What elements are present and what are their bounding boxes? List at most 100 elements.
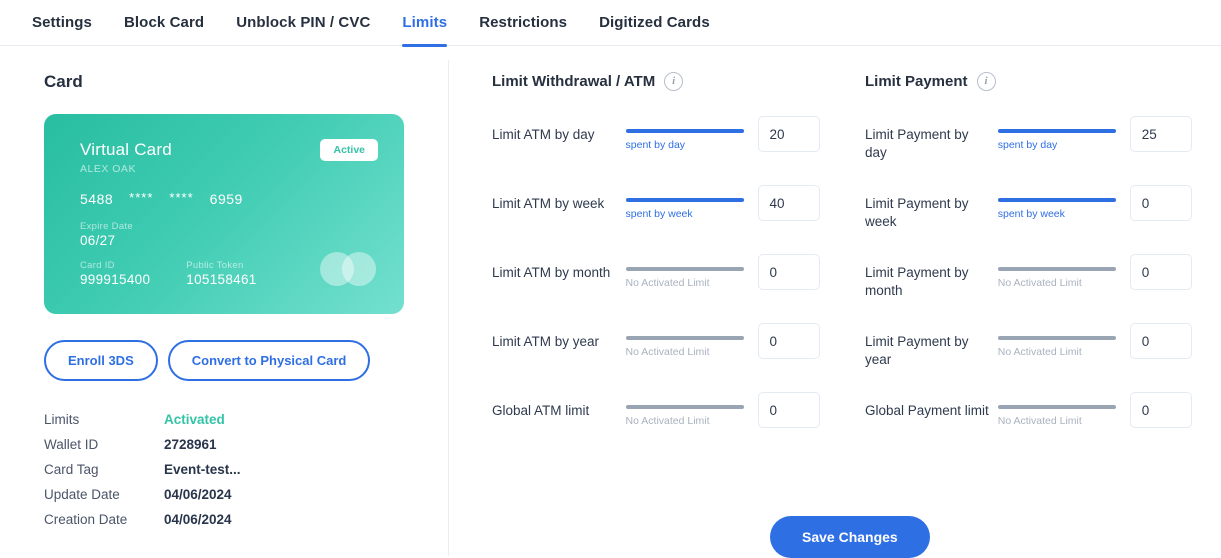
limit-value-input[interactable]: 0 — [757, 323, 820, 359]
limit-meter: No Activated Limit — [997, 381, 1116, 427]
limit-caption: No Activated Limit — [997, 346, 1082, 358]
limit-value-input[interactable]: 0 — [757, 392, 820, 428]
tab-block-card[interactable]: Block Card — [108, 0, 220, 46]
public-token-value: 105158461 — [186, 272, 257, 287]
limit-caption: No Activated Limit — [625, 346, 710, 358]
limit-progress-bar — [625, 267, 744, 271]
withdrawal-rows: Limit ATM by day spent by day 20 Limit ATM … — [492, 105, 820, 450]
card-number-mask-1: **** — [129, 190, 154, 205]
public-token-label: Public Token — [186, 260, 244, 271]
limit-meter: spent by day — [997, 105, 1116, 151]
public-token-field: Public Token 105158461 — [186, 260, 256, 287]
limit-row: Limit ATM by month No Activated Limit 0 — [492, 243, 820, 312]
info-row: Card Tag Event-test... — [44, 457, 404, 482]
limit-meter: No Activated Limit — [625, 312, 744, 358]
limit-progress-bar — [625, 129, 744, 133]
tab-restrictions[interactable]: Restrictions — [463, 0, 583, 46]
limit-row: Limit ATM by week spent by week 40 — [492, 174, 820, 243]
info-key: Card Tag — [44, 462, 99, 477]
tab-settings[interactable]: Settings — [16, 0, 108, 46]
limit-label: Limit Payment by month — [865, 265, 969, 298]
limit-value-input[interactable]: 0 — [757, 254, 820, 290]
limit-meter: spent by week — [625, 174, 744, 220]
card-info-list: Limits Activated Wallet ID 2728961 Card Tag E… — [44, 407, 404, 532]
limit-row: Global Payment limit No Activated Limit 0 — [865, 381, 1192, 450]
limit-value-input[interactable]: 25 — [1129, 116, 1192, 152]
limit-meter: No Activated Limit — [997, 243, 1116, 289]
save-changes-button[interactable]: Save Changes — [770, 516, 930, 558]
limit-value-input[interactable]: 40 — [757, 185, 820, 221]
limit-label: Limit ATM by week — [492, 196, 605, 211]
tab-limits[interactable]: Limits — [386, 0, 463, 47]
limit-progress-bar — [997, 198, 1116, 202]
limit-value-input[interactable]: 0 — [1129, 323, 1192, 359]
limit-value-input[interactable]: 0 — [1129, 185, 1192, 221]
card-number-first: 5488 — [80, 191, 114, 207]
tab-bar: Settings Block Card Unblock PIN / CVC Limit… — [0, 0, 1221, 47]
payment-title: Limit Payment — [865, 73, 968, 90]
status-badge: Active — [320, 139, 378, 161]
card-network-logo-icon — [320, 252, 376, 286]
limit-row: Limit Payment by year No Activated Limit 0 — [865, 312, 1192, 381]
limit-label: Limit ATM by month — [492, 265, 611, 280]
card-id-value: 999915400 — [80, 272, 151, 287]
info-key: Update Date — [44, 487, 120, 502]
card-number-mask-2: **** — [169, 190, 194, 205]
info-row: Creation Date 04/06/2024 — [44, 507, 404, 532]
limit-caption: No Activated Limit — [625, 415, 710, 427]
info-value: Activated — [164, 412, 225, 427]
info-key: Wallet ID — [44, 437, 99, 452]
info-value: 04/06/2024 — [164, 512, 232, 527]
limit-label: Global Payment limit — [865, 403, 989, 418]
save-button-wrap: Save Changes — [770, 516, 930, 558]
limit-meter: spent by day — [625, 105, 744, 151]
withdrawal-column: Limit Withdrawal / ATM i Limit ATM by da… — [448, 72, 820, 556]
card-panel: Card Active Virtual Card ALEX OAK 5488 *… — [0, 46, 448, 556]
limit-row: Limit Payment by day spent by day 25 — [865, 105, 1192, 174]
limit-meter: No Activated Limit — [997, 312, 1116, 358]
enroll-3ds-button[interactable]: Enroll 3DS — [44, 340, 158, 381]
limit-meter: No Activated Limit — [625, 381, 744, 427]
limit-progress-bar — [997, 267, 1116, 271]
limit-progress-bar — [625, 405, 744, 409]
limit-row: Global ATM limit No Activated Limit 0 — [492, 381, 820, 450]
limit-label: Global ATM limit — [492, 403, 590, 418]
card-expire-value: 06/27 — [80, 233, 116, 248]
card-number: 5488 **** **** 6959 — [80, 190, 376, 207]
limit-progress-bar — [625, 198, 744, 202]
card-actions: Enroll 3DS Convert to Physical Card — [44, 340, 404, 381]
limit-row: Limit ATM by year No Activated Limit 0 — [492, 312, 820, 381]
limit-label: Limit Payment by week — [865, 196, 969, 229]
info-icon[interactable]: i — [664, 72, 684, 91]
payment-column: Limit Payment i Limit Payment by day spen… — [820, 72, 1192, 556]
limit-caption: No Activated Limit — [997, 277, 1082, 289]
card-holder-name: ALEX OAK — [80, 163, 136, 175]
convert-to-physical-card-button[interactable]: Convert to Physical Card — [167, 340, 371, 381]
limit-caption: spent by day — [625, 139, 686, 151]
card-id-field: Card ID 999915400 — [80, 260, 150, 287]
limit-caption: spent by day — [997, 139, 1058, 151]
limit-value-input[interactable]: 0 — [1129, 392, 1192, 428]
limit-label: Limit ATM by day — [492, 127, 595, 142]
virtual-card: Active Virtual Card ALEX OAK 5488 **** *… — [44, 114, 404, 314]
withdrawal-title: Limit Withdrawal / ATM — [492, 73, 656, 90]
withdrawal-heading: Limit Withdrawal / ATM i — [492, 72, 820, 91]
limits-panel: Limit Withdrawal / ATM i Limit ATM by da… — [448, 46, 1221, 558]
limit-row: Limit ATM by day spent by day 20 — [492, 105, 820, 174]
info-row: Limits Activated — [44, 407, 404, 432]
limit-progress-bar — [625, 336, 744, 340]
limit-label: Limit ATM by year — [492, 334, 600, 349]
info-value: 04/06/2024 — [164, 487, 232, 502]
info-value: 2728961 — [164, 437, 217, 452]
limit-value-input[interactable]: 20 — [757, 116, 820, 152]
limit-label: Limit Payment by year — [865, 334, 969, 367]
limit-row: Limit Payment by month No Activated Limit… — [865, 243, 1192, 312]
limit-value-input[interactable]: 0 — [1129, 254, 1192, 290]
limit-meter: No Activated Limit — [625, 243, 744, 289]
tab-unblock-pin-cvc[interactable]: Unblock PIN / CVC — [220, 0, 386, 46]
card-number-last: 6959 — [209, 191, 243, 207]
payment-heading: Limit Payment i — [865, 72, 1192, 91]
info-icon[interactable]: i — [976, 72, 996, 91]
tab-digitized-cards[interactable]: Digitized Cards — [583, 0, 726, 46]
limit-row: Limit Payment by week spent by week 0 — [865, 174, 1192, 243]
